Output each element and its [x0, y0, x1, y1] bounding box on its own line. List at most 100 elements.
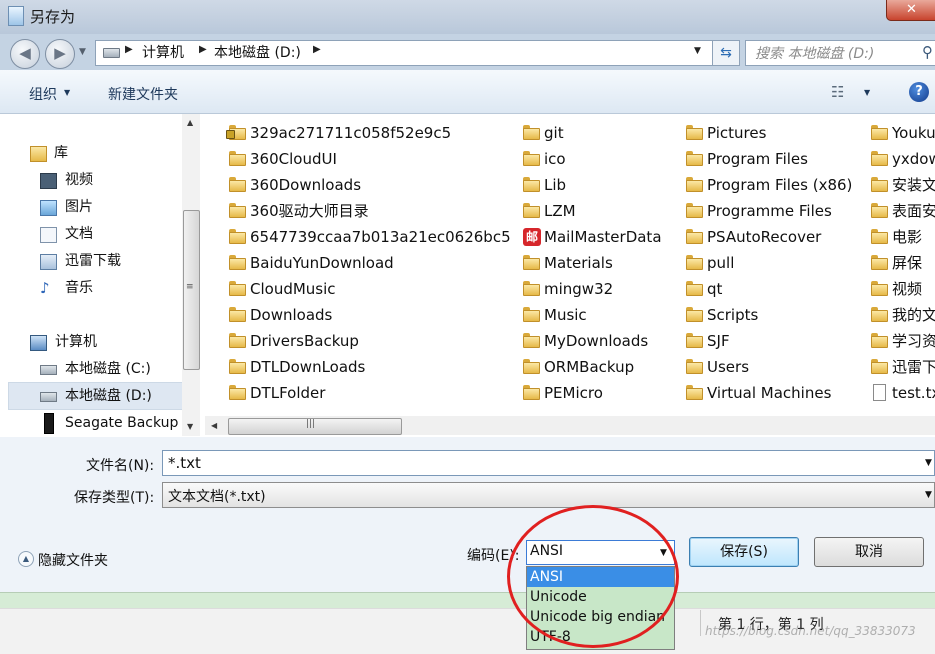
breadcrumb-drive-d[interactable]: 本地磁盘 (D:)	[214, 42, 301, 62]
text-file-icon	[873, 384, 886, 401]
nav-label: 迅雷下载	[65, 253, 121, 269]
arrow-right-icon: ▶	[54, 44, 66, 62]
nav-label: 本地磁盘 (C:)	[65, 361, 151, 377]
folder-icon	[229, 203, 246, 218]
encoding-value: ANSI	[530, 543, 564, 559]
file-name: Users	[707, 358, 750, 376]
folder-icon	[229, 359, 246, 374]
file-name: git	[544, 124, 564, 142]
folder-icon	[523, 281, 540, 296]
breadcrumb-computer[interactable]: 计算机	[142, 42, 184, 62]
folder-icon	[871, 307, 888, 322]
folder-icon	[871, 151, 888, 166]
folder-icon	[871, 333, 888, 348]
title-bar[interactable]	[0, 0, 935, 34]
folder-icon	[229, 255, 246, 270]
filename-label: 文件名(N):	[86, 458, 155, 474]
nav-label: Seagate Backup	[65, 415, 179, 431]
file-name: 迅雷下	[892, 358, 935, 376]
collapse-up-icon[interactable]: ▲	[18, 551, 34, 567]
file-name: 360CloudUI	[250, 150, 337, 168]
file-name: DTLFolder	[250, 384, 326, 402]
folder-icon	[686, 385, 703, 400]
refresh-button[interactable]: ⇆	[712, 40, 740, 66]
watermark-text: https://blog.csdn.net/qq_33833073	[705, 624, 916, 638]
chevron-down-icon[interactable]: ▼	[925, 458, 932, 468]
recent-pages-dropdown-icon[interactable]: ▼	[79, 47, 86, 57]
scroll-up-icon[interactable]: ▲	[187, 118, 193, 127]
encoding-option-ansi[interactable]: ANSI	[527, 567, 674, 587]
video-library-icon	[40, 173, 57, 189]
file-name: PEMicro	[544, 384, 603, 402]
grip-icon: ≡	[186, 282, 194, 292]
folder-icon	[686, 359, 703, 374]
folder-icon	[229, 281, 246, 296]
nav-label: 音乐	[65, 280, 93, 296]
back-button[interactable]: ◀	[10, 39, 40, 69]
encoding-option-unicode-big-endian[interactable]: Unicode big endian	[527, 607, 674, 627]
folder-icon	[229, 151, 246, 166]
folder-icon	[523, 359, 540, 374]
folder-icon	[871, 125, 888, 140]
breadcrumb-chevron-icon[interactable]: ▶	[125, 44, 133, 55]
search-icon[interactable]: ⚲	[922, 43, 933, 61]
forward-button[interactable]: ▶	[45, 39, 75, 69]
folder-icon	[523, 333, 540, 348]
chevron-down-icon[interactable]: ▼	[925, 490, 932, 500]
filename-input[interactable]	[162, 450, 935, 476]
address-box[interactable]	[95, 40, 714, 66]
encoding-option-utf8[interactable]: UTF-8	[527, 627, 674, 647]
file-name: Programme Files	[707, 202, 832, 220]
file-name: Virtual Machines	[707, 384, 832, 402]
filetype-label: 保存类型(T):	[74, 490, 155, 506]
folder-icon	[871, 255, 888, 270]
folder-icon	[523, 307, 540, 322]
grip-icon: |||	[306, 419, 316, 429]
breadcrumb-chevron-icon[interactable]: ▶	[313, 44, 321, 55]
file-name: 安装文	[892, 176, 935, 194]
filename-value: *.txt	[168, 454, 201, 472]
file-name: 视频	[892, 280, 923, 298]
folder-icon	[229, 229, 246, 244]
file-name: DriversBackup	[250, 332, 359, 350]
encoding-option-unicode[interactable]: Unicode	[527, 587, 674, 607]
folder-icon	[523, 255, 540, 270]
scroll-left-icon[interactable]: ◀	[211, 421, 217, 430]
folder-icon	[686, 333, 703, 348]
file-name: pull	[707, 254, 735, 272]
file-name: ico	[544, 150, 566, 168]
file-name: qt	[707, 280, 723, 298]
address-dropdown-icon[interactable]: ▼	[694, 46, 701, 56]
filetype-select[interactable]	[162, 482, 935, 508]
help-icon[interactable]: ?	[909, 82, 929, 102]
picture-library-icon	[40, 200, 57, 216]
arrow-left-icon: ◀	[19, 44, 31, 62]
library-icon	[30, 146, 47, 162]
file-name: 329ac271711c058f52e9c5	[250, 124, 452, 142]
file-name: BaiduYunDownload	[250, 254, 394, 272]
file-name: 电影	[892, 228, 923, 246]
cancel-button[interactable]: 取消	[814, 537, 924, 567]
folder-icon	[871, 359, 888, 374]
organize-button[interactable]: 组织	[29, 84, 57, 104]
folder-icon	[871, 229, 888, 244]
file-name: 我的文	[892, 306, 935, 324]
view-options-icon[interactable]: ☷	[831, 83, 845, 101]
windows-drive-icon	[40, 365, 57, 375]
folder-icon	[229, 385, 246, 400]
file-name: LZM	[544, 202, 576, 220]
file-name: Program Files	[707, 150, 808, 168]
external-drive-icon	[44, 413, 54, 434]
folder-icon	[871, 281, 888, 296]
hide-folders-toggle[interactable]: 隐藏文件夹	[38, 550, 108, 570]
breadcrumb-chevron-icon[interactable]: ▶	[199, 44, 207, 55]
chevron-down-icon[interactable]: ▼	[660, 548, 667, 558]
nav-label: 文档	[65, 226, 93, 242]
save-button[interactable]: 保存(S)	[689, 537, 799, 567]
chevron-down-icon[interactable]: ▼	[64, 88, 70, 97]
scroll-down-icon[interactable]: ▼	[187, 422, 193, 431]
new-folder-button[interactable]: 新建文件夹	[108, 84, 178, 104]
window-title: 另存为	[30, 8, 76, 26]
close-button[interactable]: ✕	[886, 0, 935, 21]
chevron-down-icon[interactable]: ▼	[864, 88, 870, 97]
